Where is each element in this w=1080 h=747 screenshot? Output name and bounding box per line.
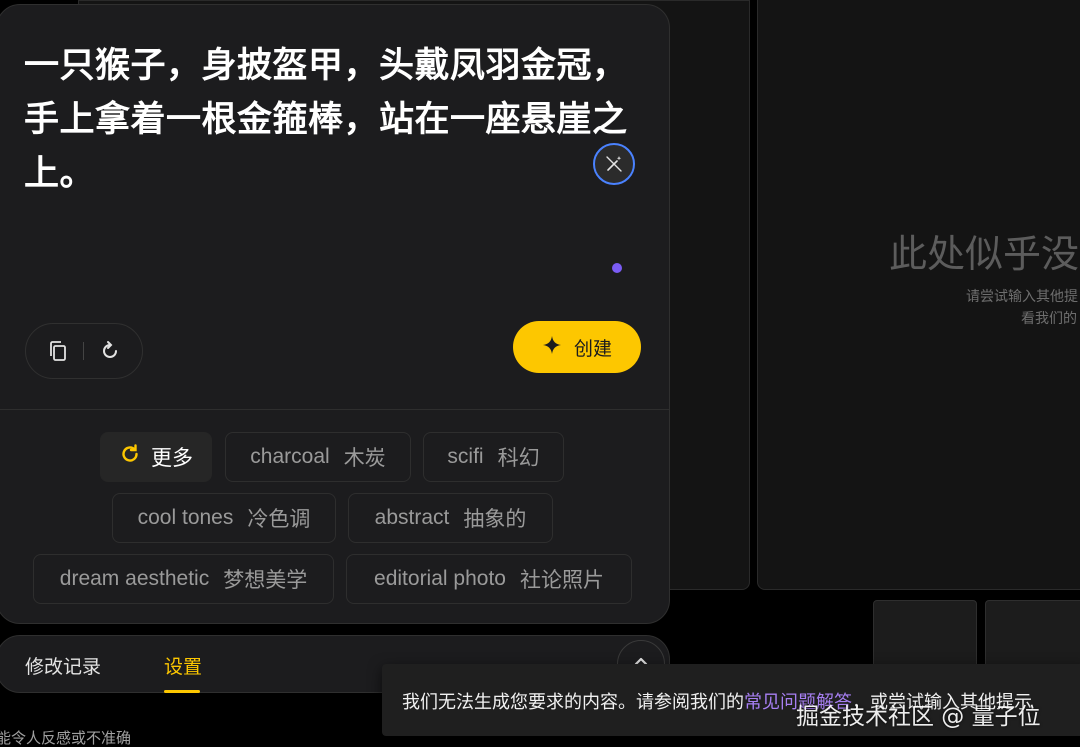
chip-label: cool tones xyxy=(137,506,234,529)
active-tab-indicator xyxy=(164,690,200,693)
create-button[interactable]: 创建 xyxy=(513,321,641,373)
divider xyxy=(83,342,85,360)
chip-translation: 梦想美学 xyxy=(223,568,308,592)
disclaimer-text: 能令人反感或不准确 xyxy=(0,729,132,747)
copy-icon[interactable] xyxy=(43,336,73,366)
chip-label: scifi xyxy=(447,445,484,468)
chip-label: charcoal xyxy=(250,445,330,468)
tab-settings[interactable]: 设置 xyxy=(164,652,202,679)
prompt-tools xyxy=(25,323,143,379)
prompt-card: 一只猴子，身披盔甲，头戴凤羽金冠，手上拿着一根金箍棒，站在一座悬崖之上。 创建 … xyxy=(0,4,670,624)
chip-label: dream aesthetic xyxy=(59,567,210,590)
status-indicator xyxy=(612,263,622,273)
chip-label: editorial photo xyxy=(374,567,506,590)
chip-translation: 社论照片 xyxy=(519,568,604,592)
style-chip-charcoal[interactable]: charcoal 木炭 xyxy=(225,432,411,482)
empty-state-hint-2: 看我们的 xyxy=(1021,310,1077,326)
chip-label: 更多 xyxy=(151,446,193,470)
style-chip-editorial-photo[interactable]: editorial photo 社论照片 xyxy=(346,554,632,604)
refresh-icon xyxy=(119,443,141,471)
create-button-label: 创建 xyxy=(573,337,612,360)
chip-translation: 冷色调 xyxy=(247,507,311,531)
chip-label: abstract xyxy=(374,506,450,529)
toast-text-before: 我们无法生成您要求的内容。请参阅我们的 xyxy=(402,692,744,713)
watermark: 掘金技术社区 @ 量子位 xyxy=(796,704,1041,730)
empty-state-title: 此处似乎没有 xyxy=(889,234,1080,276)
style-chip-scifi[interactable]: scifi 科幻 xyxy=(423,432,564,482)
style-chip-dream-aesthetic[interactable]: dream aesthetic 梦想美学 xyxy=(33,554,334,604)
more-styles-button[interactable]: 更多 xyxy=(100,432,212,482)
style-chip-cool-tones[interactable]: cool tones 冷色调 xyxy=(112,493,336,543)
chip-translation: 抽象的 xyxy=(463,507,527,531)
results-panel: 此处似乎没有 请尝试输入其他提 看我们的 xyxy=(757,0,1080,590)
prompt-text[interactable]: 一只猴子，身披盔甲，头戴凤羽金冠，手上拿着一根金箍棒，站在一座悬崖之上。 xyxy=(24,39,644,201)
style-chip-abstract[interactable]: abstract 抽象的 xyxy=(348,493,553,543)
sparkle-icon xyxy=(542,335,562,360)
tab-history[interactable]: 修改记录 xyxy=(25,652,101,679)
refresh-icon[interactable] xyxy=(95,336,125,366)
divider xyxy=(0,409,669,410)
chip-translation: 科幻 xyxy=(497,446,540,470)
wand-icon[interactable] xyxy=(593,143,635,185)
empty-state-hint: 请尝试输入其他提 xyxy=(966,288,1078,304)
chip-translation: 木炭 xyxy=(343,446,386,470)
